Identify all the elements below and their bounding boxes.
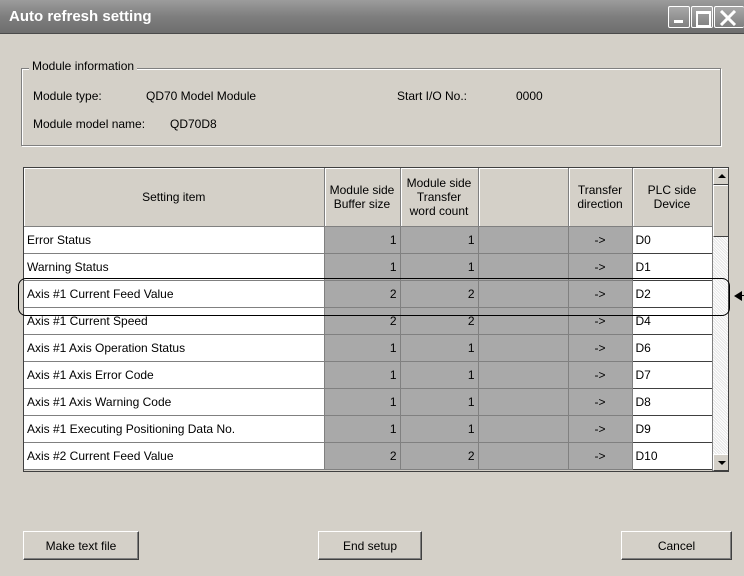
setting-item-cell: Axis #1 Current Speed xyxy=(24,307,325,335)
module-model-name-label: Module model name: xyxy=(33,117,146,131)
transfer-direction-cell: -> xyxy=(568,334,633,362)
transfer-direction-cell: -> xyxy=(568,280,633,308)
buffer-size-cell: 2 xyxy=(324,280,401,308)
cancel-button[interactable]: Cancel xyxy=(621,531,732,560)
plc-device-input[interactable]: D1 xyxy=(631,252,713,281)
transfer-direction-cell: -> xyxy=(568,253,633,281)
scroll-up-button[interactable] xyxy=(713,168,728,185)
table-row: Axis #1 Axis Error Code 1 1 -> D7 xyxy=(24,360,713,389)
blank-cell xyxy=(478,226,569,254)
close-icon[interactable] xyxy=(714,6,744,28)
setting-item-cell: Axis #1 Executing Positioning Data No. xyxy=(24,415,325,443)
title-bar[interactable]: Auto refresh setting xyxy=(0,0,744,34)
table-row: Error Status 1 1 -> D0 xyxy=(24,225,713,254)
table-row: Warning Status 1 1 -> D1 xyxy=(24,252,713,281)
blank-cell xyxy=(478,361,569,389)
plc-device-input[interactable]: D0 xyxy=(631,225,713,254)
maximize-icon[interactable] xyxy=(691,6,713,28)
plc-device-input[interactable]: D10 xyxy=(631,441,713,470)
transfer-count-cell: 1 xyxy=(400,334,479,362)
transfer-direction-cell: -> xyxy=(568,388,633,416)
header-transfer-direction: Transfer direction xyxy=(568,168,633,227)
buffer-size-cell: 1 xyxy=(324,361,401,389)
transfer-count-cell: 2 xyxy=(400,307,479,335)
buffer-size-cell: 1 xyxy=(324,388,401,416)
buffer-size-cell: 1 xyxy=(324,253,401,281)
header-setting-item: Setting item xyxy=(24,168,325,227)
transfer-direction-cell: -> xyxy=(568,226,633,254)
refresh-settings-grid[interactable]: Setting item Module side Buffer size Mod… xyxy=(23,167,729,472)
table-row: Axis #1 Axis Operation Status 1 1 -> D6 xyxy=(24,333,713,362)
plc-device-input[interactable]: D7 xyxy=(631,360,713,389)
plc-device-input[interactable]: D8 xyxy=(631,387,713,416)
transfer-direction-cell: -> xyxy=(568,361,633,389)
setting-item-cell: Warning Status xyxy=(24,253,325,281)
header-blank xyxy=(478,168,569,227)
minimize-icon[interactable] xyxy=(668,6,690,28)
blank-cell xyxy=(478,442,569,470)
scroll-down-button[interactable] xyxy=(713,454,728,471)
header-transfer-word-count: Module side Transfer word count xyxy=(400,168,479,227)
buffer-size-cell: 2 xyxy=(324,307,401,335)
blank-cell xyxy=(478,280,569,308)
table-row: Axis #1 Axis Warning Code 1 1 -> D8 xyxy=(24,387,713,416)
start-io-label: Start I/O No.: xyxy=(397,89,468,103)
blank-cell xyxy=(478,415,569,443)
auto-refresh-dialog: Auto refresh setting Module information … xyxy=(0,0,744,576)
start-io-value: 0000 xyxy=(516,89,543,103)
transfer-count-cell: 2 xyxy=(400,442,479,470)
callout-arrow-icon xyxy=(734,291,742,301)
table-row: Axis #1 Current Feed Value 2 2 -> D2 xyxy=(24,279,713,308)
blank-cell xyxy=(478,334,569,362)
header-plc-device: PLC side Device xyxy=(632,168,713,227)
settings-table: Setting item Module side Buffer size Mod… xyxy=(24,168,713,470)
buffer-size-cell: 2 xyxy=(324,442,401,470)
module-model-name-value: QD70D8 xyxy=(170,117,217,131)
module-type-label: Module type: xyxy=(33,89,102,103)
window-title: Auto refresh setting xyxy=(9,8,152,25)
setting-item-cell: Axis #1 Axis Operation Status xyxy=(24,334,325,362)
header-buffer-size: Module side Buffer size xyxy=(324,168,401,227)
setting-item-cell: Axis #1 Current Feed Value xyxy=(24,280,325,308)
chevron-down-icon xyxy=(718,461,726,465)
module-information-group xyxy=(21,68,721,146)
buffer-size-cell: 1 xyxy=(324,226,401,254)
plc-device-input[interactable]: D4 xyxy=(631,306,713,335)
plc-device-input[interactable]: D9 xyxy=(631,414,713,443)
header-row: Setting item Module side Buffer size Mod… xyxy=(24,168,713,227)
transfer-count-cell: 1 xyxy=(400,415,479,443)
transfer-count-cell: 1 xyxy=(400,226,479,254)
blank-cell xyxy=(478,253,569,281)
transfer-count-cell: 1 xyxy=(400,388,479,416)
transfer-direction-cell: -> xyxy=(568,307,633,335)
table-row: Axis #2 Current Feed Value 2 2 -> D10 xyxy=(24,441,713,470)
make-text-file-button[interactable]: Make text file xyxy=(23,531,139,560)
plc-device-input[interactable]: D6 xyxy=(631,333,713,362)
transfer-direction-cell: -> xyxy=(568,442,633,470)
transfer-count-cell: 1 xyxy=(400,253,479,281)
table-row: Axis #1 Executing Positioning Data No. 1… xyxy=(24,414,713,443)
blank-cell xyxy=(478,307,569,335)
setting-item-cell: Axis #1 Axis Warning Code xyxy=(24,388,325,416)
module-type-value: QD70 Model Module xyxy=(146,89,257,103)
scrollbar-thumb[interactable] xyxy=(713,185,728,237)
chevron-up-icon xyxy=(718,174,726,178)
setting-item-cell: Axis #1 Axis Error Code xyxy=(24,361,325,389)
plc-device-input[interactable]: D2 xyxy=(631,279,713,308)
buffer-size-cell: 1 xyxy=(324,415,401,443)
module-information-legend: Module information xyxy=(29,59,138,73)
setting-item-cell: Axis #2 Current Feed Value xyxy=(24,442,325,470)
setting-item-cell: Error Status xyxy=(24,226,325,254)
transfer-count-cell: 1 xyxy=(400,361,479,389)
table-row: Axis #1 Current Speed 2 2 -> D4 xyxy=(24,306,713,335)
blank-cell xyxy=(478,388,569,416)
transfer-count-cell: 2 xyxy=(400,280,479,308)
buffer-size-cell: 1 xyxy=(324,334,401,362)
end-setup-button[interactable]: End setup xyxy=(318,531,422,560)
transfer-direction-cell: -> xyxy=(568,415,633,443)
vertical-scrollbar[interactable] xyxy=(712,168,728,471)
